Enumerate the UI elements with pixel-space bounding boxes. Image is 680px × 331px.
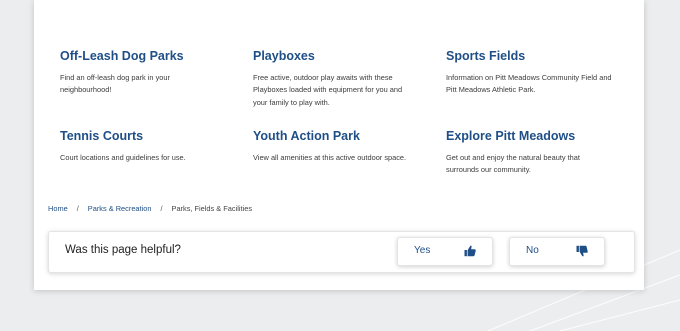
yes-button-label: Yes [414,245,431,256]
tile-sports-fields: Sports Fields Information on Pitt Meadow… [446,48,616,97]
tile-youth-action-park: Youth Action Park View all amenities at … [253,128,423,164]
thumbs-down-icon [576,245,588,257]
breadcrumb: Home / Parks & Recreation / Parks, Field… [48,204,252,213]
tile-description: View all amenities at this active outdoo… [253,153,407,162]
yes-button[interactable]: Yes [397,237,493,266]
breadcrumb-current: Parks, Fields & Facilities [171,204,253,213]
tile-off-leash-dog-parks: Off-Leash Dog Parks Find an off-leash do… [60,48,230,97]
breadcrumb-home-link[interactable]: Home [48,204,68,213]
tile-title[interactable]: Explore Pitt Meadows [446,128,616,144]
tile-title[interactable]: Sports Fields [446,48,616,64]
no-button[interactable]: No [509,237,605,266]
tile-description: Get out and enjoy the natural beauty tha… [446,153,580,175]
tile-title[interactable]: Youth Action Park [253,128,423,144]
tile-description: Information on Pitt Meadows Community Fi… [446,73,612,95]
breadcrumb-parks-link[interactable]: Parks & Recreation [88,204,152,213]
tile-explore-pitt-meadows: Explore Pitt Meadows Get out and enjoy t… [446,128,616,177]
feedback-panel: Was this page helpful? Yes No [48,231,635,273]
tile-title[interactable]: Off-Leash Dog Parks [60,48,230,64]
tile-title[interactable]: Tennis Courts [60,128,230,144]
tile-tennis-courts: Tennis Courts Court locations and guidel… [60,128,230,164]
no-button-label: No [526,245,539,256]
tile-description: Find an off-leash dog park in your neigh… [60,73,170,95]
content-card: Off-Leash Dog Parks Find an off-leash do… [34,0,644,290]
tile-playboxes: Playboxes Free active, outdoor play awai… [253,48,423,109]
breadcrumb-separator: / [160,204,163,213]
feedback-question: Was this page helpful? [65,244,181,256]
thumbs-up-icon [464,245,476,257]
tile-title[interactable]: Playboxes [253,48,423,64]
tile-description: Court locations and guidelines for use. [60,153,186,162]
tile-description: Free active, outdoor play awaits with th… [253,73,403,107]
breadcrumb-separator: / [76,204,79,213]
